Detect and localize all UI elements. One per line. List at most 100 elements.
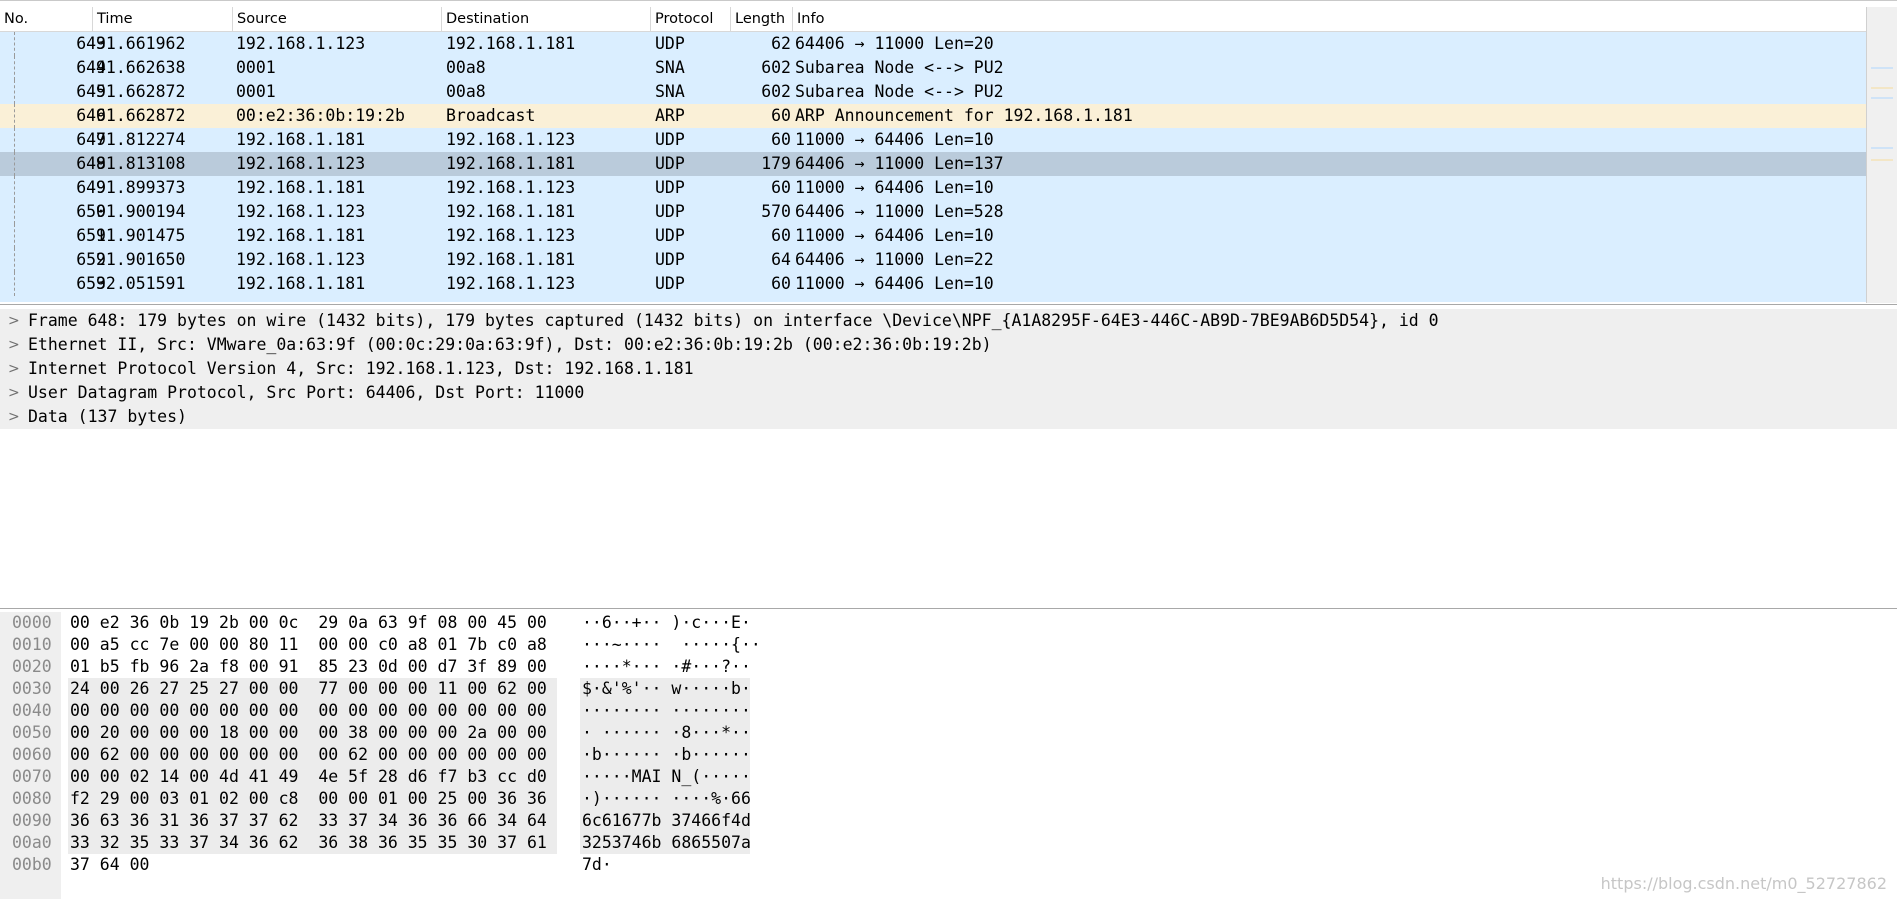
packet-row[interactable]: 648 91.813108 192.168.1.123 192.168.1.181 UD… <box>0 152 1866 176</box>
packet-row[interactable]: 644 91.662638 0001 00a8 SNA 602 Subarea Node <… <box>0 56 1866 80</box>
column-header-info[interactable]: Info <box>793 7 1866 31</box>
packet-time: 91.661962 <box>96 34 186 53</box>
detail-tree-item[interactable]: > Data (137 bytes) <box>0 405 1897 429</box>
expand-arrow-icon[interactable]: > <box>8 309 20 333</box>
column-header-length[interactable]: Length <box>731 7 793 31</box>
packet-length: 60 <box>771 178 791 197</box>
packet-row[interactable]: 652 91.901650 192.168.1.123 192.168.1.181 UD… <box>0 248 1866 272</box>
ascii-bytes[interactable]: ··6··+·· )·c···E· <box>582 612 751 634</box>
expand-arrow-icon[interactable]: > <box>8 381 20 405</box>
packet-row[interactable]: 649 91.899373 192.168.1.181 192.168.1.123 UD… <box>0 176 1866 200</box>
column-header-destination[interactable]: Destination <box>442 7 651 31</box>
ascii-bytes[interactable]: ····*··· ·#···?·· <box>582 656 751 678</box>
byte-offset: 0090 <box>12 811 52 830</box>
packet-time: 91.901650 <box>96 250 186 269</box>
packet-time: 91.813108 <box>96 154 186 173</box>
packet-destination: 192.168.1.181 <box>446 202 576 221</box>
packet-number: 647 <box>76 130 106 149</box>
column-header-source[interactable]: Source <box>233 7 442 31</box>
expand-arrow-icon[interactable]: > <box>8 405 20 429</box>
packet-destination: 192.168.1.123 <box>446 130 576 149</box>
packet-destination: 00a8 <box>446 58 486 77</box>
expand-arrow-icon[interactable]: > <box>8 333 20 357</box>
ascii-bytes[interactable]: ···~···· ·····{·· <box>582 634 761 656</box>
hex-bytes[interactable]: 00 20 00 00 00 18 00 00 00 38 00 00 00 2… <box>70 722 547 744</box>
packet-source: 192.168.1.181 <box>236 226 366 245</box>
packet-number: 646 <box>76 106 106 125</box>
minimap-mark <box>1871 97 1893 99</box>
byte-offset: 0030 <box>12 679 52 698</box>
detail-text: User Datagram Protocol, Src Port: 64406,… <box>28 383 585 402</box>
detail-text: Internet Protocol Version 4, Src: 192.16… <box>28 359 694 378</box>
packet-row[interactable]: 646 91.662872 00:e2:36:0b:19:2b Broadcast AR… <box>0 104 1866 128</box>
packet-length: 570 <box>761 202 791 221</box>
packet-number: 651 <box>76 226 106 245</box>
detail-tree-item[interactable]: > Ethernet II, Src: VMware_0a:63:9f (00:0… <box>0 333 1897 357</box>
hex-bytes[interactable]: 36 63 36 31 36 37 37 62 33 37 34 36 36 6… <box>70 810 547 832</box>
hex-bytes[interactable]: 00 a5 cc 7e 00 00 80 11 00 00 c0 a8 01 7… <box>70 634 547 656</box>
packet-protocol: UDP <box>655 130 685 149</box>
hex-bytes[interactable]: 00 00 00 00 00 00 00 00 00 00 00 00 00 0… <box>70 700 547 722</box>
hex-bytes[interactable]: 24 00 26 27 25 27 00 00 77 00 00 00 11 0… <box>70 678 547 700</box>
packet-length: 60 <box>771 274 791 293</box>
packet-row-partial[interactable] <box>0 296 1866 302</box>
hex-bytes[interactable]: 37 64 00 <box>70 854 149 876</box>
packet-protocol: SNA <box>655 82 685 101</box>
packet-row[interactable]: 651 91.901475 192.168.1.181 192.168.1.123 UD… <box>0 224 1866 248</box>
packet-destination: 192.168.1.123 <box>446 226 576 245</box>
byte-offset: 0040 <box>12 701 52 720</box>
column-header-no[interactable]: No. <box>0 7 93 31</box>
packet-list-pane[interactable]: No. Time Source Destination Protocol Len… <box>0 0 1897 303</box>
ascii-bytes[interactable]: 6c61677b 37466f4d <box>582 810 751 832</box>
hex-bytes[interactable]: 01 b5 fb 96 2a f8 00 91 85 23 0d 00 d7 3… <box>70 656 547 678</box>
ascii-bytes[interactable]: ·)······ ····%·66 <box>582 788 751 810</box>
ascii-bytes[interactable]: ·b······ ·b······ <box>582 744 751 766</box>
packet-protocol: UDP <box>655 250 685 269</box>
packet-length: 179 <box>761 154 791 173</box>
hex-bytes[interactable]: 33 32 35 33 37 34 36 62 36 38 36 35 35 3… <box>70 832 547 854</box>
ascii-bytes[interactable]: · ······ ·8···*·· <box>582 722 751 744</box>
packet-protocol: UDP <box>655 226 685 245</box>
ascii-bytes[interactable]: ·····MAI N_(····· <box>582 766 751 788</box>
packet-destination: 192.168.1.181 <box>446 154 576 173</box>
packet-info: 64406 → 11000 Len=528 <box>795 202 1004 221</box>
detail-tree-item[interactable]: > User Datagram Protocol, Src Port: 64406… <box>0 381 1897 405</box>
packet-bytes-pane[interactable]: https://blog.csdn.net/m0_52727862 0000 00… <box>0 612 1897 899</box>
expand-arrow-icon[interactable]: > <box>8 357 20 381</box>
packet-time: 91.662872 <box>96 106 186 125</box>
packet-source: 0001 <box>236 82 276 101</box>
detail-tree-item[interactable]: > Internet Protocol Version 4, Src: 192.1… <box>0 357 1897 381</box>
hex-bytes[interactable]: f2 29 00 03 01 02 00 c8 00 00 01 00 25 0… <box>70 788 547 810</box>
packet-row[interactable]: 645 91.662872 0001 00a8 SNA 602 Subarea Node <… <box>0 80 1866 104</box>
packet-number: 648 <box>76 154 106 173</box>
column-header-time[interactable]: Time <box>93 7 233 31</box>
packet-row[interactable]: 647 91.812274 192.168.1.181 192.168.1.123 UD… <box>0 128 1866 152</box>
packet-info: 11000 → 64406 Len=10 <box>795 130 994 149</box>
packet-details-pane[interactable]: > Frame 648: 179 bytes on wire (1432 bits… <box>0 304 1897 609</box>
byte-offset: 0000 <box>12 613 52 632</box>
packet-protocol: UDP <box>655 178 685 197</box>
packet-row[interactable]: 653 92.051591 192.168.1.181 192.168.1.123 UD… <box>0 272 1866 296</box>
byte-offset: 00b0 <box>12 855 52 874</box>
ascii-bytes[interactable]: 7d· <box>582 854 612 876</box>
packet-protocol: UDP <box>655 34 685 53</box>
packet-number: 644 <box>76 58 106 77</box>
packet-info: Subarea Node <--> PU2 <box>795 82 1004 101</box>
hex-bytes[interactable]: 00 62 00 00 00 00 00 00 00 62 00 00 00 0… <box>70 744 547 766</box>
hex-bytes[interactable]: 00 00 02 14 00 4d 41 49 4e 5f 28 d6 f7 b… <box>70 766 547 788</box>
hex-bytes[interactable]: 00 e2 36 0b 19 2b 00 0c 29 0a 63 9f 08 0… <box>70 612 547 634</box>
packet-row[interactable]: 650 91.900194 192.168.1.123 192.168.1.181 UD… <box>0 200 1866 224</box>
detail-tree-item[interactable]: > Frame 648: 179 bytes on wire (1432 bits… <box>0 309 1897 333</box>
column-header-protocol[interactable]: Protocol <box>651 7 731 31</box>
packet-list-scrollbar[interactable] <box>1866 7 1897 303</box>
packet-length: 62 <box>771 34 791 53</box>
packet-time: 91.662872 <box>96 82 186 101</box>
ascii-bytes[interactable]: $·&'%'·· w·····b· <box>582 678 751 700</box>
packet-number: 652 <box>76 250 106 269</box>
ascii-bytes[interactable]: 3253746b 6865507a <box>582 832 751 854</box>
packet-time: 91.901475 <box>96 226 186 245</box>
packet-info: 64406 → 11000 Len=22 <box>795 250 994 269</box>
packet-row[interactable]: 643 91.661962 192.168.1.123 192.168.1.181 UD… <box>0 32 1866 56</box>
ascii-bytes[interactable]: ········ ········ <box>582 700 751 722</box>
packet-destination: Broadcast <box>446 106 536 125</box>
